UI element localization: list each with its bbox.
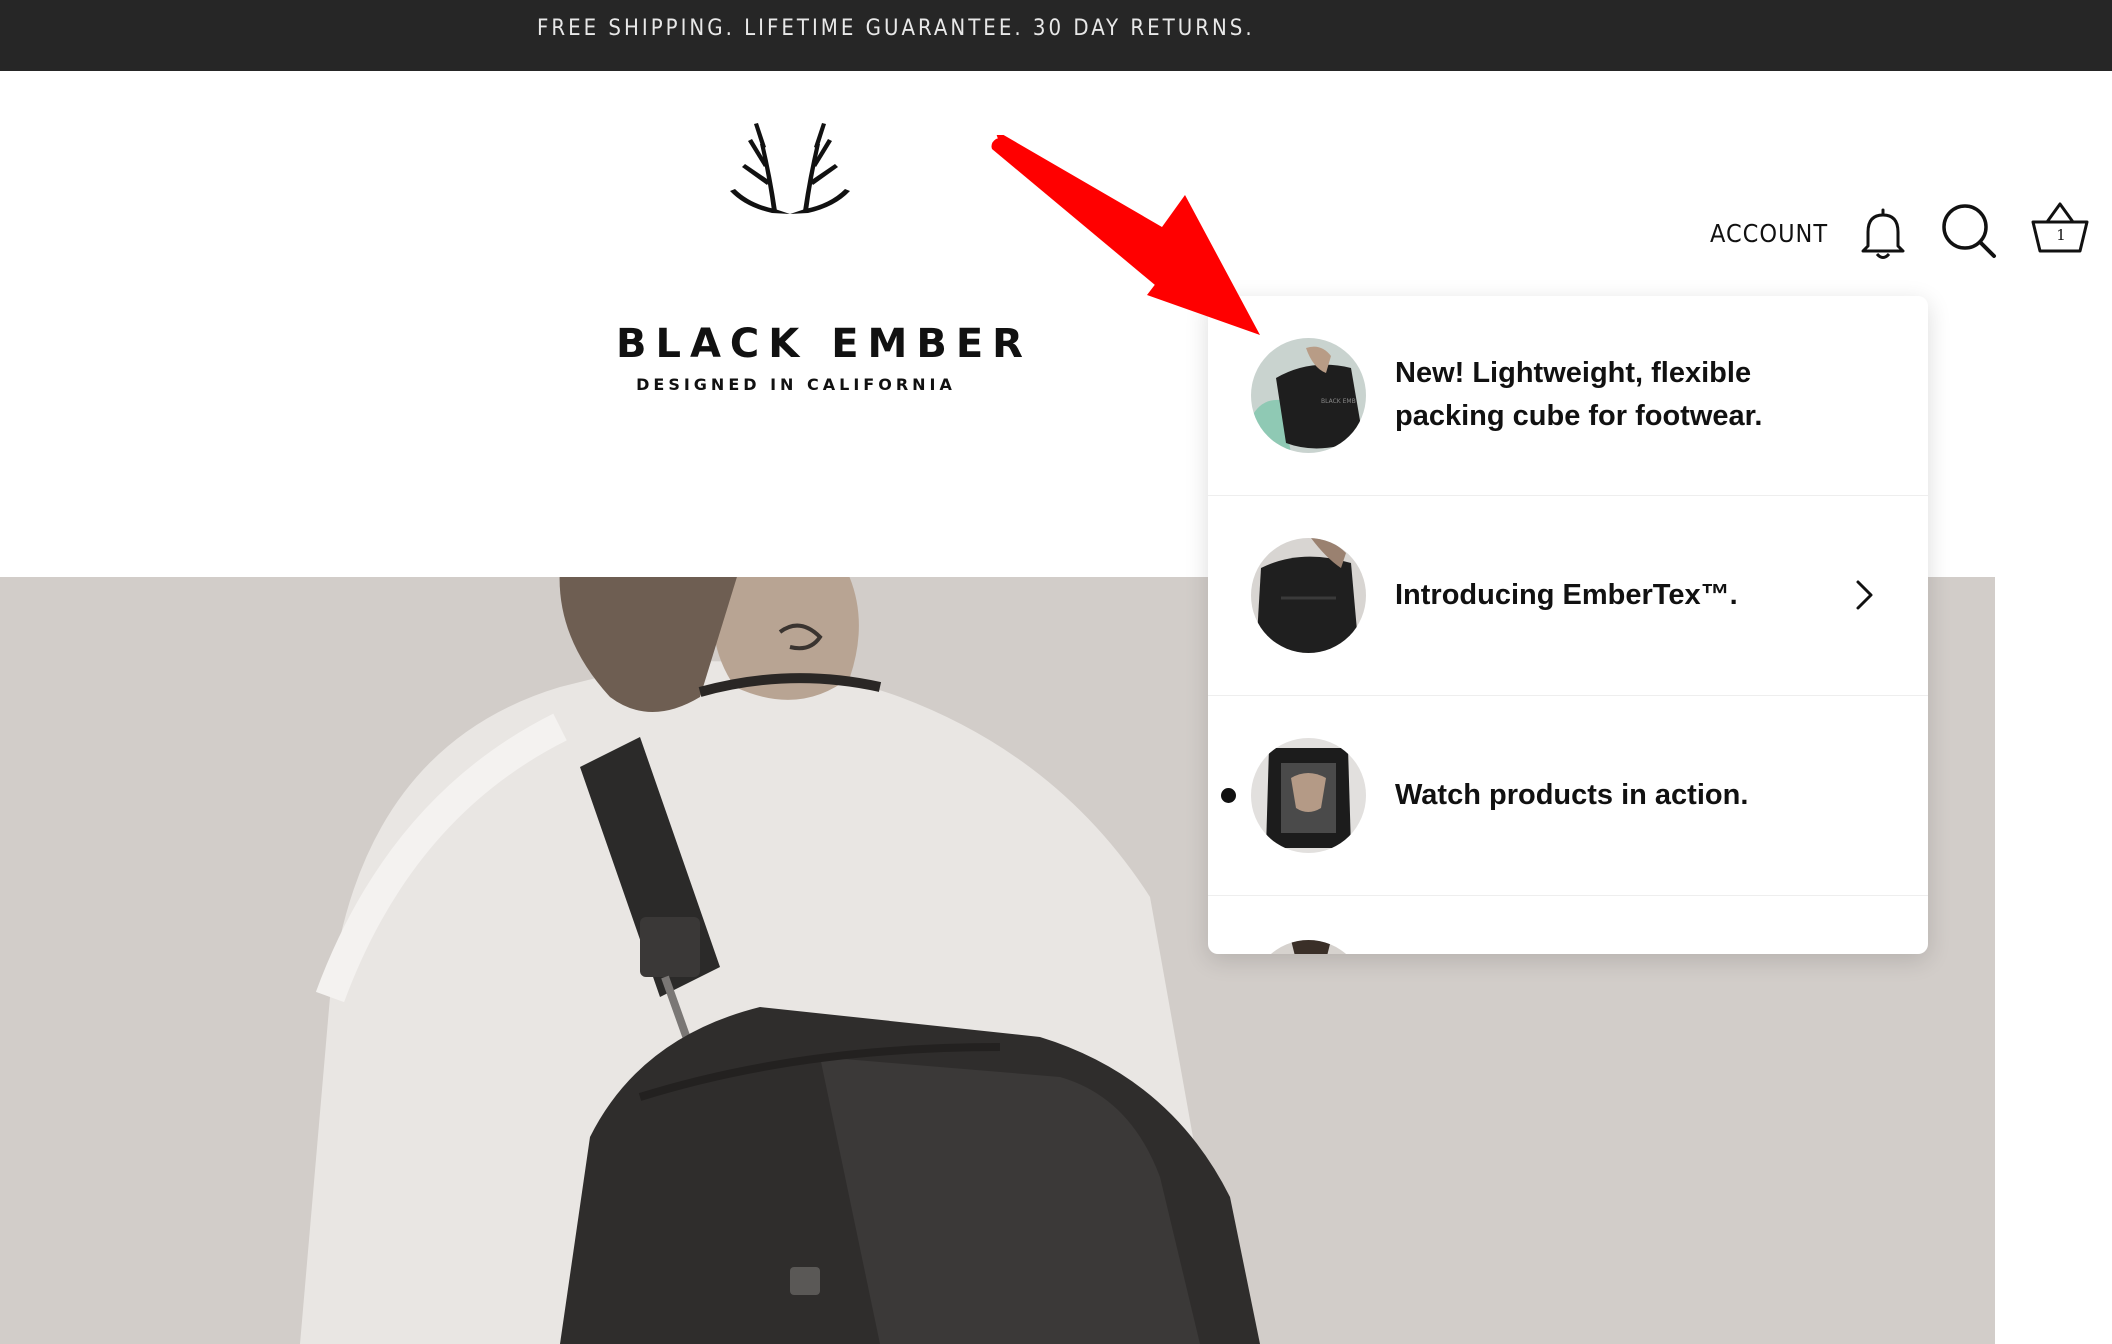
notification-item-embertex[interactable]: Introducing EmberTex™. — [1208, 496, 1928, 696]
svg-text:BLACK EMB: BLACK EMB — [1321, 398, 1356, 405]
cart-count-badge: 1 — [2056, 226, 2066, 244]
notification-text: Watch products in action. — [1395, 779, 1749, 811]
brand-name: BLACK EMBER — [616, 321, 1032, 367]
brand-tagline: DESIGNED IN CALIFORNIA — [636, 375, 956, 394]
announcement-text: FREE SHIPPING. LIFETIME GUARANTEE. 30 DA… — [537, 16, 1255, 41]
notification-thumbnail: BLACK EMB — [1251, 338, 1366, 453]
search-icon[interactable] — [1940, 202, 2000, 262]
notification-thumbnail — [1251, 538, 1366, 653]
hero-right-margin — [1995, 577, 2112, 1344]
notification-text: Introducing EmberTex™. — [1395, 579, 1738, 611]
notification-thumbnail — [1251, 738, 1366, 853]
announcement-bar: FREE SHIPPING. LIFETIME GUARANTEE. 30 DA… — [0, 0, 2112, 71]
bell-icon[interactable] — [1858, 206, 1908, 262]
notification-text-line2: packing cube for footwear. — [1395, 400, 1763, 432]
notification-text-line1: New! Lightweight, flexible — [1395, 357, 1752, 389]
notifications-dropdown: BLACK EMB New! Lightweight, flexible pac… — [1208, 296, 1928, 954]
unread-dot-icon — [1221, 788, 1236, 803]
brand-logo[interactable]: BLACK EMBER DESIGNED IN CALIFORNIA — [600, 119, 1023, 394]
page: FREE SHIPPING. LIFETIME GUARANTEE. 30 DA… — [0, 0, 2112, 1344]
antlers-logo-icon — [730, 123, 850, 214]
notification-item-watch-products[interactable]: Watch products in action. — [1208, 696, 1928, 896]
account-link[interactable]: ACCOUNT — [1710, 219, 1828, 248]
notification-thumbnail-partial — [1251, 940, 1366, 954]
chevron-right-icon — [1856, 580, 1873, 610]
notification-item-packing-cube[interactable]: BLACK EMB New! Lightweight, flexible pac… — [1208, 296, 1928, 496]
annotation-arrow-icon — [991, 135, 1260, 335]
